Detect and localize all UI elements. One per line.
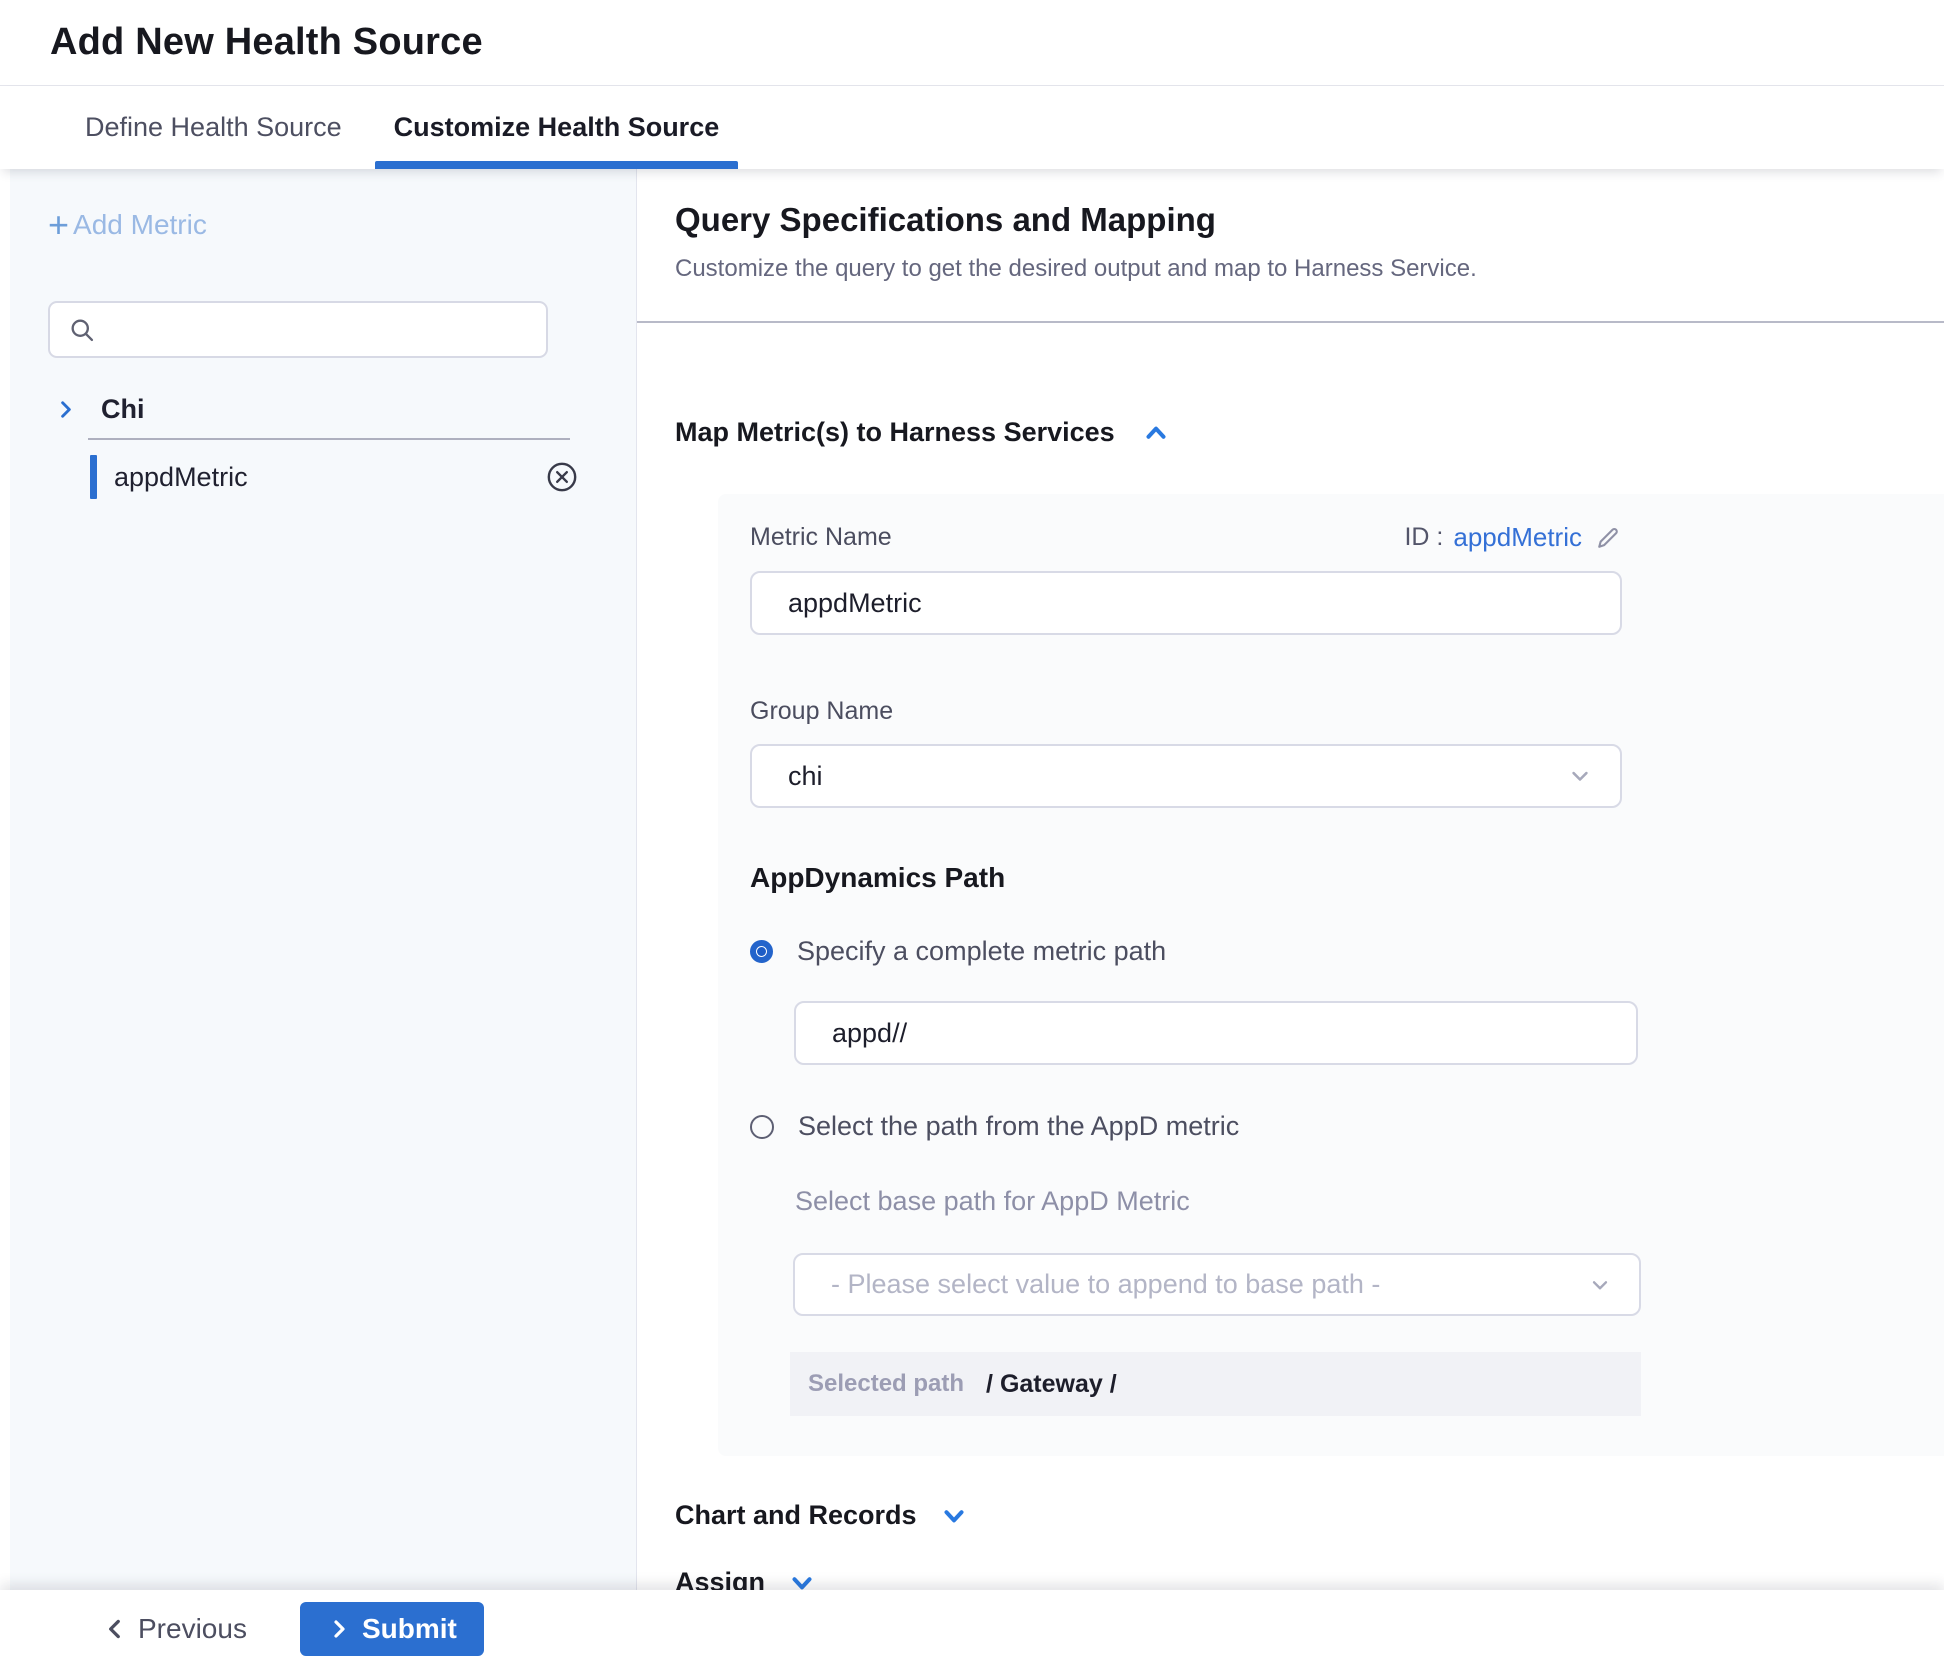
- metric-id-group: ID : appdMetric: [1404, 522, 1622, 553]
- metric-item-label: appdMetric: [114, 462, 248, 493]
- group-label: Chi: [101, 394, 145, 425]
- metrics-sidebar: + Add Metric Chi appdMetric: [10, 169, 637, 1590]
- metric-name-label: Metric Name: [750, 523, 892, 552]
- map-metrics-section-header[interactable]: Map Metric(s) to Harness Services: [675, 417, 1171, 448]
- radio-select-path[interactable]: Select the path from the AppD metric: [750, 1111, 1944, 1142]
- chart-and-records-title: Chart and Records: [675, 1500, 917, 1531]
- selected-path-display: Selected path / Gateway /: [790, 1352, 1641, 1416]
- tab-define-health-source[interactable]: Define Health Source: [66, 86, 361, 169]
- tab-customize-health-source[interactable]: Customize Health Source: [375, 86, 739, 169]
- page-title: Add New Health Source: [50, 21, 483, 64]
- chevron-left-icon: [102, 1616, 128, 1642]
- chevron-down-icon[interactable]: [787, 1568, 817, 1591]
- tab-bar: Define Health Source Customize Health So…: [0, 86, 1944, 169]
- add-health-source-dialog: Add New Health Source Define Health Sour…: [0, 0, 1944, 1668]
- id-label: ID :: [1404, 523, 1443, 552]
- base-path-select[interactable]: - Please select value to append to base …: [793, 1253, 1641, 1316]
- dialog-header: Add New Health Source: [0, 0, 1944, 86]
- previous-button-label: Previous: [138, 1613, 247, 1645]
- radio-complete-metric-path-label[interactable]: Specify a complete metric path: [797, 936, 1166, 967]
- complete-metric-path-input[interactable]: [794, 1001, 1638, 1065]
- search-input[interactable]: [108, 314, 528, 345]
- chevron-down-icon: [1566, 762, 1594, 790]
- chevron-up-icon[interactable]: [1141, 418, 1171, 448]
- assign-section-header[interactable]: Assign: [675, 1567, 817, 1590]
- appdynamics-path-label: AppDynamics Path: [750, 862, 1944, 894]
- plus-icon: +: [48, 210, 69, 240]
- search-icon: [68, 316, 96, 344]
- dialog-footer: Previous Submit: [0, 1590, 1944, 1668]
- add-metric-button[interactable]: + Add Metric: [48, 209, 207, 241]
- radio-selected-icon[interactable]: [750, 940, 773, 963]
- chevron-right-icon[interactable]: [54, 398, 77, 421]
- base-path-placeholder: - Please select value to append to base …: [831, 1269, 1380, 1300]
- delete-metric-icon[interactable]: [545, 460, 579, 494]
- chevron-down-icon: [1587, 1272, 1613, 1298]
- selected-path-label: Selected path: [808, 1370, 964, 1398]
- submit-button-label: Submit: [362, 1613, 457, 1645]
- chart-and-records-section-header[interactable]: Chart and Records: [675, 1500, 969, 1531]
- panel-subheading: Customize the query to get the desired o…: [675, 255, 1944, 283]
- previous-button[interactable]: Previous: [102, 1613, 247, 1645]
- submit-button[interactable]: Submit: [300, 1602, 484, 1656]
- active-metric-indicator: [90, 455, 97, 499]
- map-metrics-section-title: Map Metric(s) to Harness Services: [675, 417, 1115, 448]
- group-name-label: Group Name: [750, 697, 1944, 726]
- group-name-value: chi: [788, 761, 823, 792]
- radio-complete-metric-path[interactable]: Specify a complete metric path: [750, 936, 1944, 967]
- radio-select-path-label[interactable]: Select the path from the AppD metric: [798, 1111, 1239, 1142]
- chevron-right-icon: [327, 1617, 351, 1641]
- panel-heading: Query Specifications and Mapping: [675, 199, 1944, 241]
- group-name-select[interactable]: chi: [750, 744, 1622, 808]
- panel-divider: [637, 321, 1944, 323]
- chevron-down-icon[interactable]: [939, 1501, 969, 1531]
- group-divider: [88, 438, 570, 440]
- assign-title: Assign: [675, 1567, 765, 1590]
- base-path-label: Select base path for AppD Metric: [795, 1186, 1944, 1217]
- add-metric-label: Add Metric: [73, 209, 207, 241]
- metric-mapping-card: Metric Name ID : appdMetric Group Name c…: [718, 494, 1944, 1456]
- radio-unselected-icon[interactable]: [750, 1115, 774, 1139]
- sidebar-item-appdmetric[interactable]: appdMetric: [48, 448, 636, 506]
- query-specifications-panel: Query Specifications and Mapping Customi…: [637, 169, 1944, 1590]
- metric-search-box[interactable]: [48, 301, 548, 358]
- left-gutter: [0, 169, 10, 1590]
- id-value-link[interactable]: appdMetric: [1453, 522, 1582, 553]
- metric-name-input[interactable]: [750, 571, 1622, 635]
- edit-pencil-icon[interactable]: [1594, 524, 1622, 552]
- sidebar-group-chi[interactable]: Chi: [48, 384, 636, 434]
- selected-path-value: / Gateway /: [986, 1370, 1117, 1399]
